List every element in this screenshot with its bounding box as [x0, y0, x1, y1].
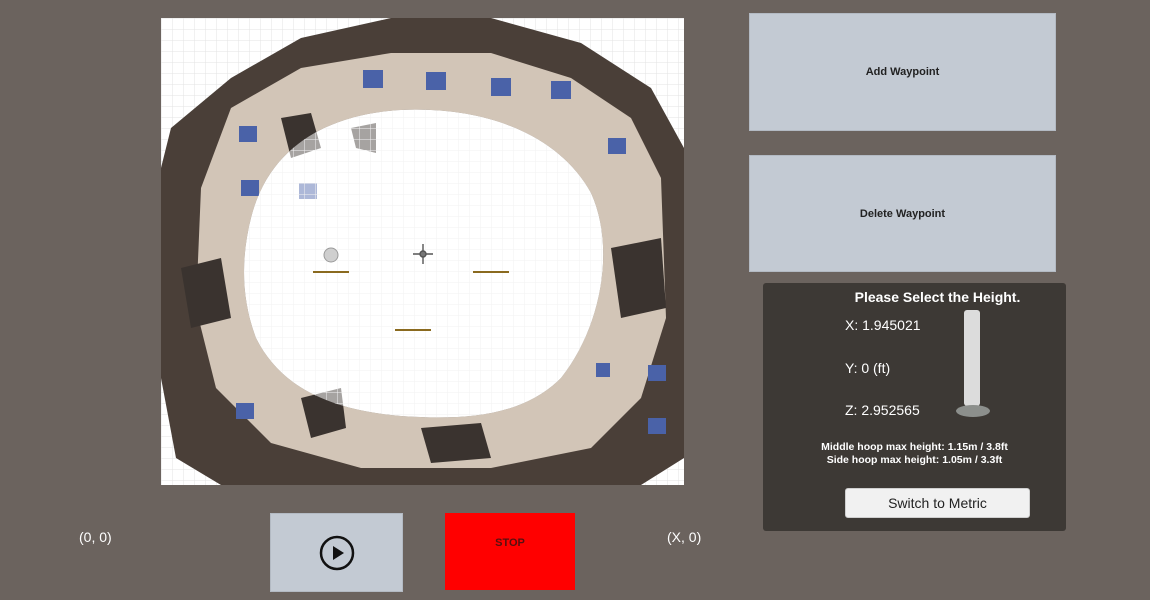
height-slider-handle[interactable] — [956, 405, 990, 417]
play-circle-icon — [319, 535, 354, 570]
delete-waypoint-label: Delete Waypoint — [859, 207, 946, 220]
switch-to-metric-label: Switch to Metric — [888, 495, 987, 511]
middle-hoop-info: Middle hoop max height: 1.15m / 3.8ft — [821, 441, 1008, 453]
x-coordinate: X: 1.945021 — [845, 317, 921, 333]
delete-waypoint-button[interactable]: Delete Waypoint — [749, 155, 1056, 272]
stop-button[interactable]: STOP — [445, 513, 575, 590]
origin-label: (0, 0) — [79, 529, 112, 545]
z-coordinate: Z: 2.952565 — [845, 402, 920, 418]
x-axis-label: (X, 0) — [667, 529, 702, 545]
height-panel: Please Select the Height. X: 1.945021 Y:… — [763, 283, 1066, 531]
stop-label: STOP — [495, 537, 525, 549]
add-waypoint-button[interactable]: Add Waypoint — [749, 13, 1056, 131]
height-slider[interactable] — [964, 310, 980, 406]
side-hoop-info: Side hoop max height: 1.05m / 3.3ft — [826, 454, 1003, 466]
y-coordinate: Y: 0 (ft) — [845, 360, 891, 376]
switch-to-metric-button[interactable]: Switch to Metric — [845, 488, 1030, 518]
map-view[interactable] — [161, 18, 684, 485]
play-button[interactable] — [270, 513, 403, 592]
add-waypoint-label: Add Waypoint — [865, 66, 940, 78]
room-scan — [161, 18, 684, 485]
height-panel-title: Please Select the Height. — [854, 289, 1021, 305]
